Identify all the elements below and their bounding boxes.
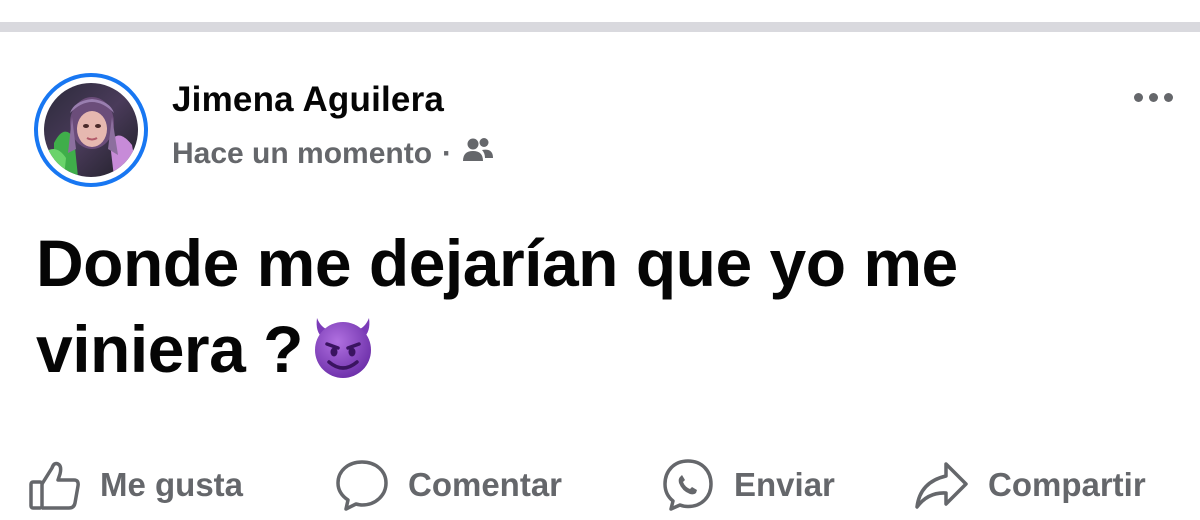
share-label: Compartir	[988, 466, 1146, 503]
post-timestamp[interactable]: Hace un momento	[172, 137, 432, 171]
smiling-face-with-horns-icon	[307, 310, 379, 382]
avatar-story-ring[interactable]	[34, 73, 148, 187]
post-text-line2-wrap: viniera ?	[36, 306, 1186, 392]
like-label: Me gusta	[100, 466, 244, 503]
comment-label: Comentar	[408, 466, 563, 503]
friends-icon[interactable]	[462, 136, 494, 172]
post-text-line2: viniera ?	[36, 312, 303, 386]
post-meta: Hace un momento ·	[172, 136, 494, 172]
avatar[interactable]	[44, 83, 138, 177]
messenger-icon	[660, 457, 716, 513]
meta-separator: ·	[442, 137, 453, 170]
post-action-bar: Me gusta Comentar Enviar Compartir	[0, 450, 1200, 520]
author-name[interactable]: Jimena Aguilera	[172, 80, 444, 120]
more-options-icon[interactable]	[1126, 82, 1180, 112]
like-button[interactable]: Me gusta	[28, 450, 243, 520]
post-text-line1: Donde me dejarían que yo me	[36, 226, 958, 300]
post-text: Donde me dejarían que yo me viniera ?	[36, 220, 1186, 392]
share-icon	[912, 458, 970, 512]
comment-icon	[334, 458, 390, 512]
send-label: Enviar	[734, 466, 835, 503]
share-button[interactable]: Compartir	[912, 450, 1146, 520]
post-card: Jimena Aguilera Hace un momento · Donde …	[0, 32, 1200, 519]
comment-button[interactable]: Comentar	[334, 450, 562, 520]
feed-divider	[0, 22, 1200, 32]
like-icon	[28, 458, 82, 512]
avatar-photo	[44, 83, 138, 177]
send-button[interactable]: Enviar	[660, 450, 835, 520]
